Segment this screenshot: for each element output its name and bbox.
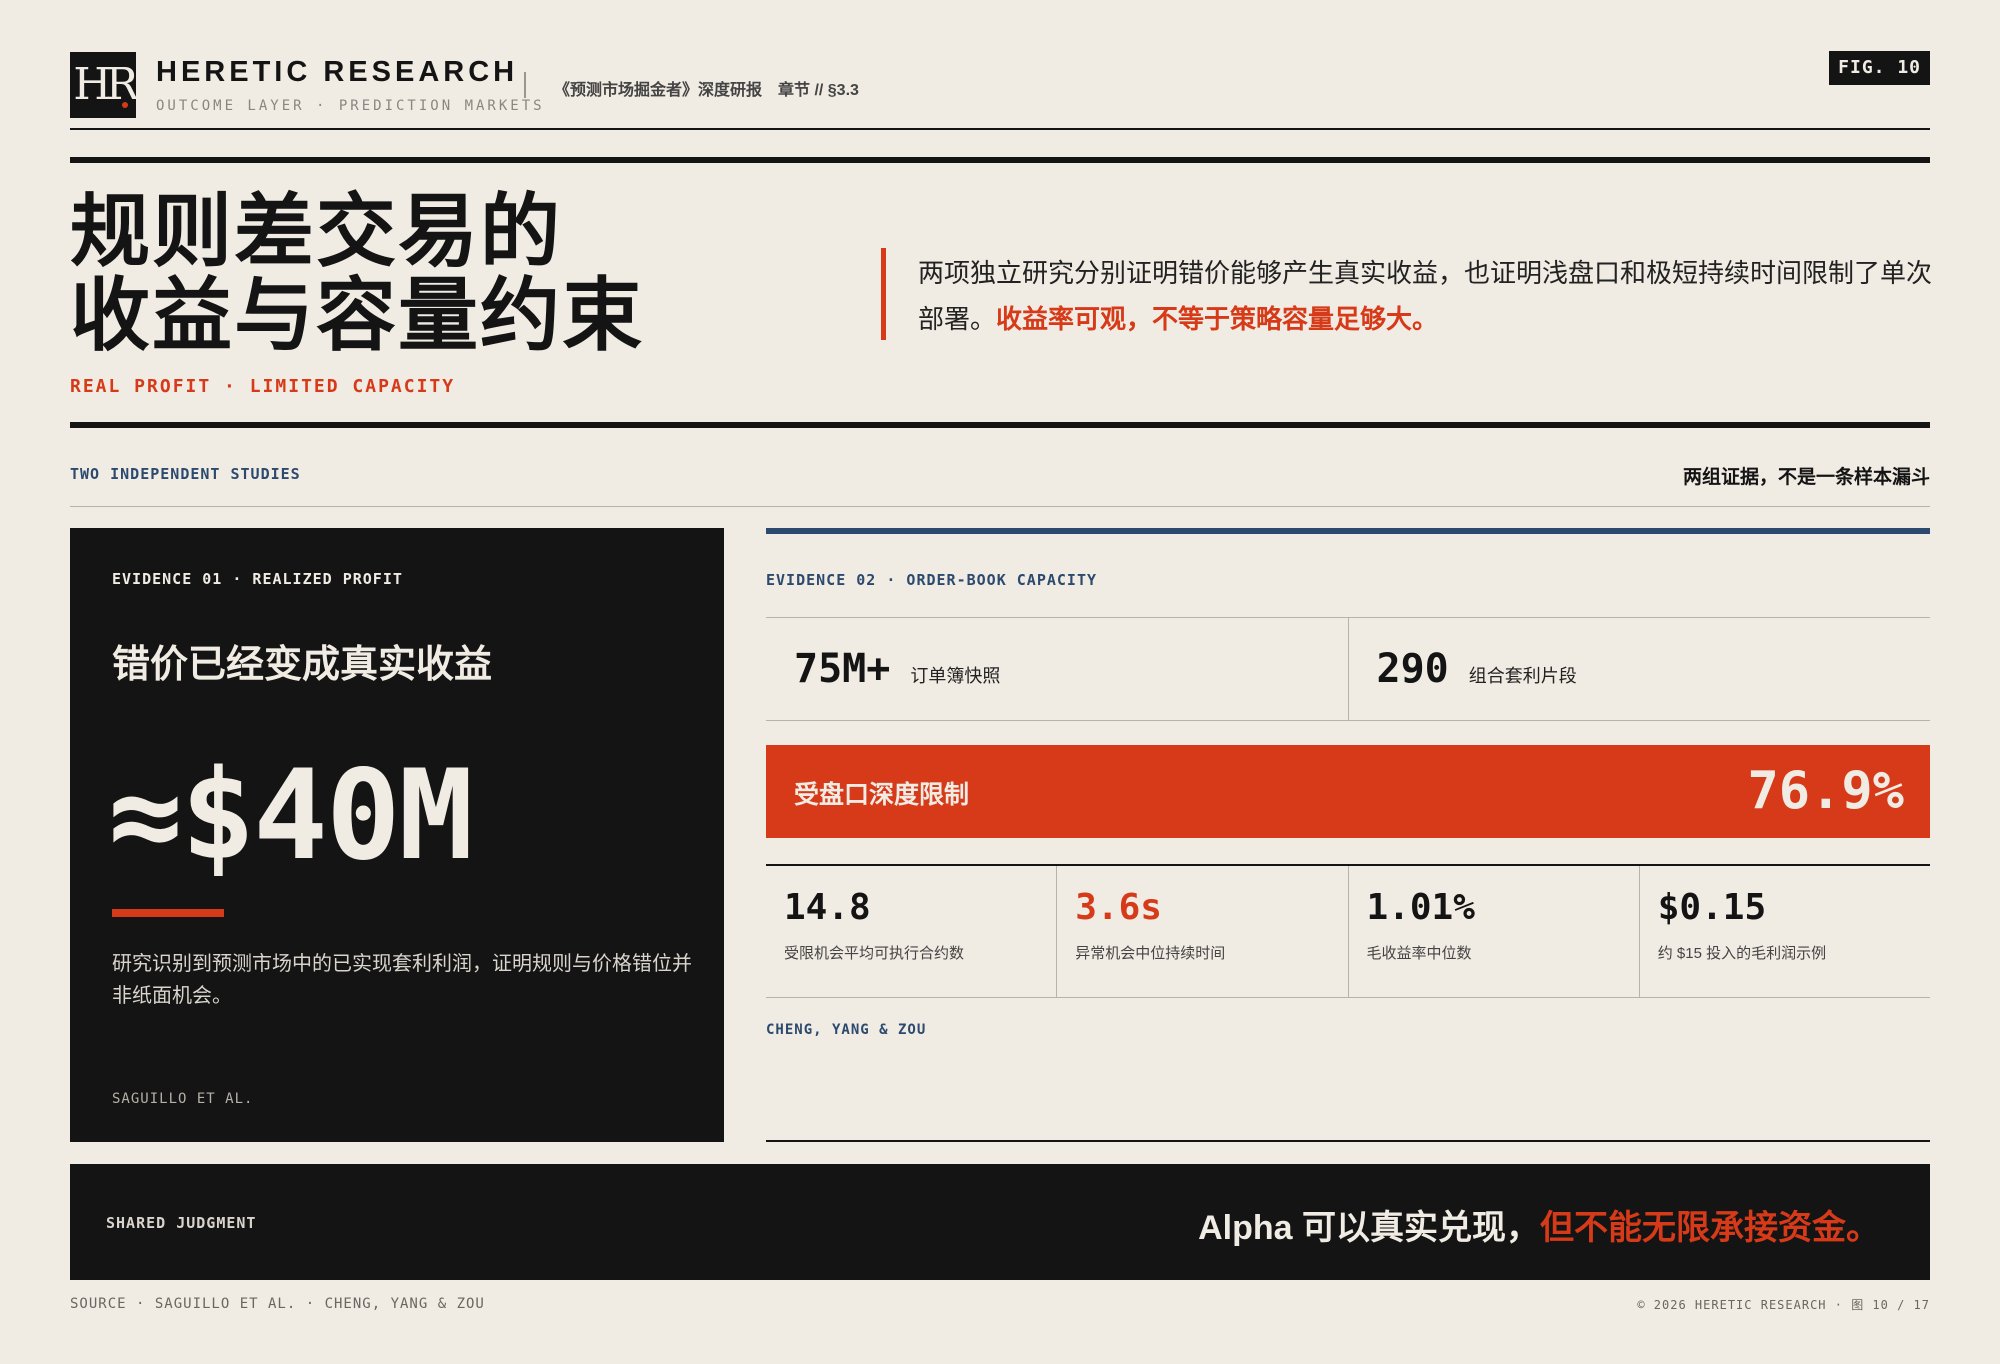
metric-label: 异常机会中位持续时间 bbox=[1075, 945, 1226, 962]
judgment-plain: Alpha 可以真实兑现， bbox=[1198, 1209, 1540, 1247]
metric-label: 毛收益率中位数 bbox=[1366, 945, 1472, 962]
metric-return: 1.01% 毛收益率中位数 bbox=[1347, 866, 1639, 997]
footer-source: SOURCE · SAGUILLO ET AL. · CHENG, YANG &… bbox=[70, 1296, 485, 1312]
stat-snapshots: 75M+ 订单簿快照 bbox=[766, 618, 1348, 720]
figure-badge: FIG. 10 bbox=[1829, 51, 1930, 85]
metric-value: 3.6s bbox=[1075, 887, 1162, 928]
title-line-2: 收益与容量约束 bbox=[70, 271, 644, 360]
depth-limit-value: 76.9% bbox=[1747, 761, 1904, 821]
metric-label: 约 $15 投入的毛利润示例 bbox=[1657, 945, 1827, 962]
depth-limit-banner: 受盘口深度限制 76.9% bbox=[766, 745, 1930, 838]
metric-contracts: 14.8 受限机会平均可执行合约数 bbox=[766, 866, 1056, 997]
metric-value: 14.8 bbox=[784, 887, 871, 928]
hero-bottom-rule bbox=[70, 422, 1930, 428]
header-divider bbox=[524, 72, 526, 98]
evidence-02-label: EVIDENCE 02 · ORDER-BOOK CAPACITY bbox=[766, 571, 1098, 589]
hero-desc-highlight: 收益率可观，不等于策略容量足够大。 bbox=[996, 304, 1439, 334]
brand-name: HERETIC RESEARCH bbox=[156, 56, 519, 88]
metric-value: $0.15 bbox=[1657, 887, 1767, 928]
logo: HR bbox=[70, 52, 139, 118]
stat-row: 75M+ 订单簿快照 290 组合套利片段 bbox=[766, 617, 1930, 721]
depth-limit-label: 受盘口深度限制 bbox=[794, 781, 970, 809]
metric-profit-example: $0.15 约 $15 投入的毛利润示例 bbox=[1638, 866, 1930, 997]
evidence-01-accent-line bbox=[112, 909, 224, 917]
stat-label: 组合套利片段 bbox=[1468, 666, 1577, 686]
page-title: 规则差交易的 收益与容量约束 bbox=[70, 190, 644, 358]
evidence-02-top-rule bbox=[766, 528, 1930, 534]
section-rule bbox=[70, 506, 1930, 507]
chapter-meta: 《预测市场掘金者》深度研报 章节 // §3.3 bbox=[554, 82, 859, 99]
stat-label: 订单簿快照 bbox=[910, 666, 1001, 686]
stat-segments: 290 组合套利片段 bbox=[1347, 618, 1931, 720]
hero-description: 两项独立研究分别证明错价能够产生真实收益，也证明浅盘口和极短持续时间限制了单次部… bbox=[918, 250, 1933, 342]
stat-value: 75M+ bbox=[794, 646, 891, 692]
logo-dot bbox=[122, 102, 128, 108]
section-note: 两组证据，不是一条样本漏斗 bbox=[1682, 467, 1930, 488]
hero-top-rule bbox=[70, 157, 1930, 163]
evidence-01-description: 研究识别到预测市场中的已实现套利利润，证明规则与价格错位并非纸面机会。 bbox=[112, 953, 692, 1007]
metric-label: 受限机会平均可执行合约数 bbox=[784, 945, 965, 962]
header-rule bbox=[70, 128, 1930, 130]
metric-duration: 3.6s 异常机会中位持续时间 bbox=[1056, 866, 1347, 997]
shared-judgment-banner: SHARED JUDGMENT Alpha 可以真实兑现，但不能无限承接资金。 bbox=[70, 1164, 1930, 1280]
shared-judgment-text: Alpha 可以真实兑现，但不能无限承接资金。 bbox=[1198, 1200, 1880, 1249]
hero-tagline: REAL PROFIT · LIMITED CAPACITY bbox=[70, 376, 456, 397]
footer-copyright: © 2026 HERETIC RESEARCH · 图 10 / 17 bbox=[1637, 1298, 1930, 1312]
evidence-02-source: CHENG, YANG & ZOU bbox=[766, 1022, 927, 1038]
evidence-01-label: EVIDENCE 01 · REALIZED PROFIT bbox=[112, 570, 403, 588]
evidence-01-source: SAGUILLO ET AL. bbox=[112, 1091, 254, 1107]
shared-judgment-label: SHARED JUDGMENT bbox=[106, 1214, 257, 1232]
metric-row: 14.8 受限机会平均可执行合约数 3.6s 异常机会中位持续时间 1.01% … bbox=[766, 864, 1930, 998]
metric-value: 1.01% bbox=[1366, 887, 1475, 928]
evidence-01-card: EVIDENCE 01 · REALIZED PROFIT 错价已经变成真实收益… bbox=[70, 528, 724, 1142]
judgment-highlight: 但不能无限承接资金。 bbox=[1540, 1209, 1880, 1247]
evidence-02-bottom-rule bbox=[766, 1140, 1930, 1142]
evidence-01-title: 错价已经变成真实收益 bbox=[112, 644, 493, 686]
brand-subtitle: OUTCOME LAYER · PREDICTION MARKETS bbox=[156, 98, 545, 114]
stat-value: 290 bbox=[1376, 646, 1449, 692]
title-line-1: 规则差交易的 bbox=[70, 187, 562, 276]
section-label: TWO INDEPENDENT STUDIES bbox=[70, 465, 301, 483]
evidence-01-value: ≈$40M bbox=[108, 744, 473, 888]
quote-bar bbox=[881, 248, 886, 340]
